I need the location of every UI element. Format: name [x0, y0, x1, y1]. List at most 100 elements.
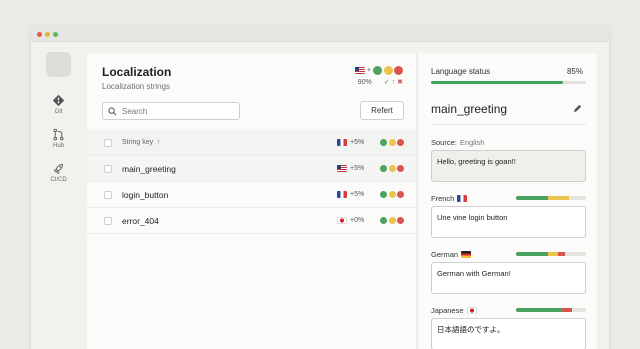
language-status-bar [431, 81, 586, 84]
source-text: Hello, greeting is goan!! [431, 150, 586, 182]
green-status-icon [380, 217, 387, 224]
check-icon: ✓ [383, 79, 390, 86]
fr-flag-icon [337, 139, 347, 146]
hub-icon [53, 128, 64, 141]
rail-item-hub[interactable]: Hub [31, 128, 86, 149]
yellow-progress-segment [547, 196, 569, 200]
yellow-status-icon [388, 191, 396, 198]
page-title: Localization [102, 65, 172, 79]
jp-flag-icon [466, 307, 477, 314]
table-row[interactable]: error_404 +0% [87, 208, 416, 234]
table-header: String key ↑ +5% [87, 130, 416, 156]
up-arrow-icon: ↑ [391, 78, 396, 86]
yellow-status-icon [388, 165, 396, 172]
detail-panel: Language status 85% main_greeting Source… [417, 53, 597, 349]
green-status-icon [380, 191, 387, 198]
row-checkbox[interactable] [104, 164, 112, 173]
header-status: + 90% ✓ ↑ ✖ [354, 66, 403, 86]
fr-flag-icon [457, 195, 468, 202]
rail-item-label: Git [54, 109, 63, 115]
red-progress-segment [558, 252, 565, 256]
string-key: main_greeting [122, 163, 176, 174]
header-progress: 90% [357, 78, 372, 86]
select-all-checkbox[interactable] [104, 138, 112, 147]
nav-rail: Git Hub CI/CD [31, 42, 86, 349]
green-status-icon [380, 165, 387, 172]
plus-icon: + [366, 67, 371, 74]
translation-progress-japanese [516, 308, 586, 312]
status-dots [380, 139, 404, 146]
maximize-window-button[interactable] [53, 31, 58, 37]
git-icon [53, 95, 64, 106]
us-flag-icon [354, 67, 365, 74]
language-status-label: Language status [431, 67, 491, 76]
strings-table: String key ↑ +5% main_greeting +5% login… [87, 130, 416, 234]
search-input[interactable] [122, 106, 232, 116]
selected-key-title: main_greeting [431, 102, 508, 116]
status-dots [380, 217, 404, 224]
language-status-value: 85% [566, 67, 583, 76]
red-status-icon [397, 217, 404, 224]
column-header-string-key[interactable]: String key ↑ [122, 139, 161, 146]
row-delta: +0% [337, 217, 364, 224]
header-delta: +5% [337, 139, 364, 146]
strings-panel: Localization Localization strings + 90% … [87, 53, 416, 349]
status-dots [373, 66, 403, 75]
red-status-icon [394, 66, 403, 75]
yellow-status-icon [388, 139, 396, 146]
translation-input-french[interactable]: Une vine login button [431, 206, 586, 238]
close-window-button[interactable] [37, 31, 42, 37]
translation-label-german: German [431, 250, 472, 259]
red-status-icon [397, 165, 404, 172]
fr-flag-icon [337, 191, 347, 198]
source-label: Source: English [431, 138, 485, 147]
status-dots [380, 165, 404, 172]
translation-input-japanese[interactable]: 日本語語のですよ。 [431, 318, 586, 349]
refresh-button[interactable]: Refert [360, 101, 404, 120]
search-icon [108, 106, 117, 115]
minimize-window-button[interactable] [45, 31, 50, 37]
row-checkbox[interactable] [104, 216, 112, 225]
title-bar [31, 27, 609, 42]
status-dots [380, 191, 404, 198]
page-subtitle: Localization strings [102, 82, 171, 91]
search-box[interactable] [102, 102, 240, 120]
rocket-icon [53, 163, 64, 174]
language-status-fill [431, 81, 563, 84]
table-row[interactable]: main_greeting +5% [87, 156, 416, 182]
string-key: error_404 [122, 215, 159, 226]
us-flag-icon [337, 165, 347, 172]
divider [431, 124, 586, 125]
green-progress-segment [516, 308, 562, 312]
string-key: login_button [122, 189, 169, 200]
pencil-icon[interactable] [572, 103, 583, 114]
source-language: English [459, 138, 485, 147]
rail-item-label: CI/CD [50, 177, 67, 183]
app-logo [46, 52, 71, 77]
jp-flag-icon [337, 217, 347, 224]
translation-input-german[interactable]: German with German! [431, 262, 586, 294]
translation-progress-german [516, 252, 586, 256]
yellow-status-icon [388, 217, 396, 224]
translation-progress-french [516, 196, 586, 200]
rail-item-label: Hub [52, 143, 64, 149]
red-status-icon [397, 191, 404, 198]
red-status-icon [397, 139, 404, 146]
x-icon: ✖ [397, 79, 403, 86]
row-delta: +5% [337, 191, 364, 198]
app-window: Git Hub CI/CD Localization Localization … [31, 27, 609, 349]
rail-item-cicd[interactable]: CI/CD [31, 162, 86, 183]
green-progress-segment [516, 252, 548, 256]
rail-item-git[interactable]: Git [31, 94, 86, 115]
row-delta: +5% [337, 165, 364, 172]
green-status-icon [380, 139, 387, 146]
table-row[interactable]: login_button +5% [87, 182, 416, 208]
sort-arrow-icon: ↑ [155, 139, 161, 146]
red-progress-segment [561, 308, 572, 312]
row-checkbox[interactable] [104, 190, 112, 199]
yellow-progress-segment [547, 252, 558, 256]
de-flag-icon [461, 251, 472, 258]
translation-label-french: French [431, 194, 468, 203]
translation-label-japanese: Japanese [431, 306, 477, 315]
green-status-icon [373, 66, 382, 75]
